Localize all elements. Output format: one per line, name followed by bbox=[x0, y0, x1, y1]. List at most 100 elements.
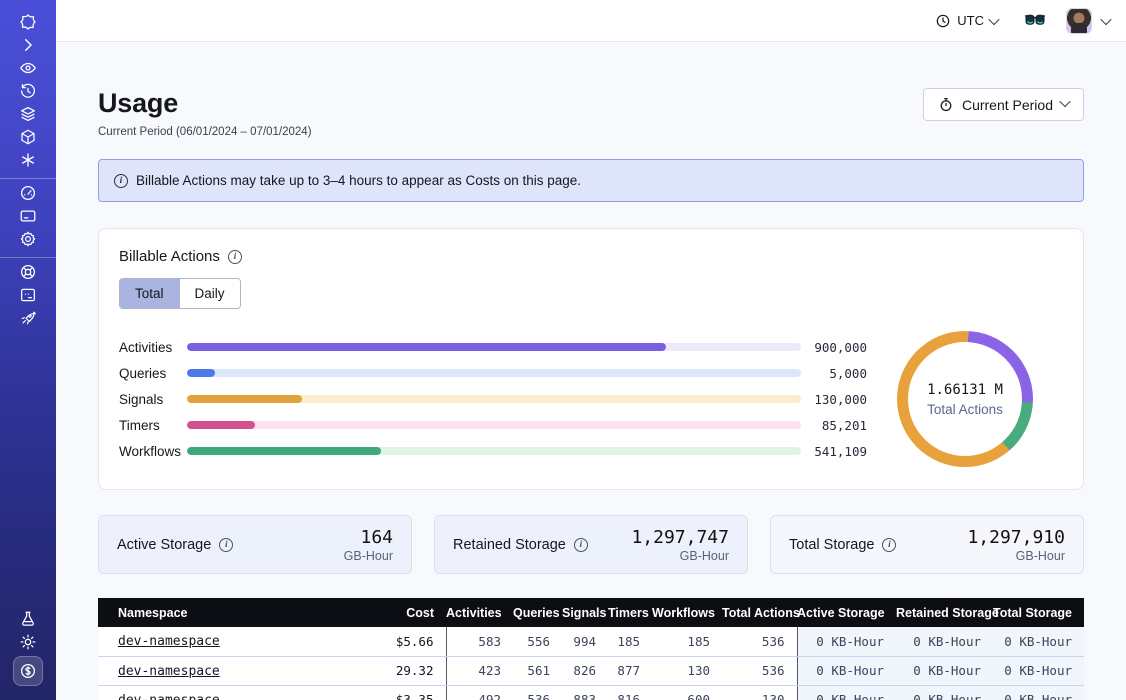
total-storage-card: Total Storage i 1,297,910 GB-Hour bbox=[770, 515, 1084, 574]
active_storage-cell: 0 KB-Hour bbox=[797, 685, 896, 700]
avatar[interactable] bbox=[1066, 8, 1092, 34]
bar-fill bbox=[187, 369, 215, 377]
activities-cell: 423 bbox=[446, 656, 513, 685]
bar-fill bbox=[187, 343, 666, 351]
retained-storage-unit: GB-Hour bbox=[631, 549, 729, 563]
bar-label: Queries bbox=[119, 366, 187, 381]
info-icon[interactable]: i bbox=[882, 538, 896, 552]
period-button-label: Current Period bbox=[962, 97, 1053, 113]
sidebar-divider bbox=[0, 257, 56, 258]
chevron-down-icon[interactable] bbox=[1100, 13, 1111, 24]
bar-track bbox=[187, 395, 801, 403]
info-icon[interactable]: i bbox=[219, 538, 233, 552]
queries-cell: 561 bbox=[513, 656, 562, 685]
retained-storage-value: 1,297,747 bbox=[631, 527, 729, 548]
history-clock-icon[interactable] bbox=[19, 82, 37, 100]
clock-icon bbox=[935, 13, 951, 29]
table-row: dev-namespace$5.665835569941851855360 KB… bbox=[98, 627, 1084, 656]
sidebar-divider bbox=[0, 178, 56, 179]
timers-cell: 816 bbox=[608, 685, 652, 700]
stopwatch-icon bbox=[938, 97, 954, 113]
namespace-link[interactable]: dev-namespace bbox=[118, 693, 220, 700]
column-header: Cost bbox=[349, 598, 446, 627]
bar-row: Queries5,000 bbox=[119, 360, 867, 386]
retained_storage-cell: 0 KB-Hour bbox=[896, 656, 993, 685]
chevron-down-icon bbox=[988, 13, 999, 24]
bar-row: Activities900,000 bbox=[119, 334, 867, 360]
bar-value: 900,000 bbox=[801, 340, 867, 355]
queries-cell: 536 bbox=[513, 685, 562, 700]
retained-storage-label: Retained Storage bbox=[453, 537, 566, 553]
table-header-row: NamespaceCostActivitiesQueriesSignalsTim… bbox=[98, 598, 1084, 627]
tab-total[interactable]: Total bbox=[120, 279, 179, 308]
chevron-right-icon[interactable] bbox=[19, 36, 37, 54]
column-header: Retained Storage bbox=[896, 598, 993, 627]
billable-actions-bar-chart: Activities900,000Queries5,000Signals130,… bbox=[119, 334, 867, 464]
namespace-cell: dev-namespace bbox=[98, 627, 349, 656]
bar-label: Workflows bbox=[119, 444, 187, 459]
bar-fill bbox=[187, 447, 381, 455]
page-title: Usage bbox=[98, 88, 312, 119]
column-header: Activities bbox=[446, 598, 513, 627]
total-daily-tabs: Total Daily bbox=[119, 278, 241, 309]
billable-actions-card: Billable Actions i Total Daily Activitie… bbox=[98, 228, 1084, 490]
timers-cell: 877 bbox=[608, 656, 652, 685]
bar-label: Timers bbox=[119, 418, 187, 433]
flask-icon[interactable] bbox=[19, 610, 37, 628]
total-storage-value: 1,297,910 bbox=[967, 527, 1065, 548]
workflows-cell: 130 bbox=[652, 656, 722, 685]
signals-cell: 994 bbox=[562, 627, 608, 656]
cost-cell: $5.66 bbox=[349, 627, 446, 656]
info-icon[interactable]: i bbox=[574, 538, 588, 552]
bar-fill bbox=[187, 421, 255, 429]
total_storage-cell: 0 KB-Hour bbox=[993, 656, 1084, 685]
total-storage-unit: GB-Hour bbox=[967, 549, 1065, 563]
table-row: dev-namespace29.324235618268771305360 KB… bbox=[98, 656, 1084, 685]
dollar-coin-icon[interactable] bbox=[13, 656, 43, 686]
active_storage-cell: 0 KB-Hour bbox=[797, 627, 896, 656]
namespace-link[interactable]: dev-namespace bbox=[118, 664, 220, 679]
bar-row: Workflows541,109 bbox=[119, 438, 867, 464]
tab-daily[interactable]: Daily bbox=[179, 279, 240, 308]
timezone-selector[interactable]: UTC bbox=[935, 13, 998, 29]
glasses-icon[interactable] bbox=[1024, 14, 1046, 28]
bar-track bbox=[187, 369, 801, 377]
rocket-icon[interactable] bbox=[19, 309, 37, 327]
column-header: Namespace bbox=[98, 598, 349, 627]
gear-icon[interactable] bbox=[19, 230, 37, 248]
credit-card-icon[interactable] bbox=[19, 207, 37, 225]
cost-cell: $3.35 bbox=[349, 685, 446, 700]
active-storage-unit: GB-Hour bbox=[344, 549, 393, 563]
page-subtitle: Current Period (06/01/2024 – 07/01/2024) bbox=[98, 126, 312, 138]
bar-track bbox=[187, 343, 801, 351]
column-header: Total Actions bbox=[722, 598, 797, 627]
column-header: Queries bbox=[513, 598, 562, 627]
column-header: Timers bbox=[608, 598, 652, 627]
period-selector-button[interactable]: Current Period bbox=[923, 88, 1084, 121]
donut-ring: 1.66131 M Total Actions bbox=[897, 331, 1033, 467]
usage-page: Usage Current Period (06/01/2024 – 07/01… bbox=[56, 42, 1126, 700]
terminal-face-icon[interactable] bbox=[19, 286, 37, 304]
retained_storage-cell: 0 KB-Hour bbox=[896, 685, 993, 700]
lifebuoy-icon[interactable] bbox=[19, 263, 37, 281]
bar-track bbox=[187, 447, 801, 455]
gauge-icon[interactable] bbox=[19, 184, 37, 202]
namespace-link[interactable]: dev-namespace bbox=[118, 634, 220, 649]
sun-icon[interactable] bbox=[19, 633, 37, 651]
bar-value: 130,000 bbox=[801, 392, 867, 407]
cost-cell: 29.32 bbox=[349, 656, 446, 685]
donut-total-value: 1.66131 M bbox=[927, 382, 1003, 398]
info-icon[interactable]: i bbox=[228, 250, 242, 264]
eye-icon[interactable] bbox=[19, 59, 37, 77]
asterisk-icon[interactable] bbox=[19, 151, 37, 169]
activities-cell: 492 bbox=[446, 685, 513, 700]
chevron-down-icon bbox=[1059, 96, 1070, 107]
banner-text: Billable Actions may take up to 3–4 hour… bbox=[136, 173, 581, 188]
bar-row: Timers85,201 bbox=[119, 412, 867, 438]
temporal-logo[interactable] bbox=[19, 13, 37, 31]
cube-icon[interactable] bbox=[19, 128, 37, 146]
active_storage-cell: 0 KB-Hour bbox=[797, 656, 896, 685]
total-actions-donut-chart: 1.66131 M Total Actions bbox=[867, 331, 1063, 467]
layers-icon[interactable] bbox=[19, 105, 37, 123]
activities-cell: 583 bbox=[446, 627, 513, 656]
